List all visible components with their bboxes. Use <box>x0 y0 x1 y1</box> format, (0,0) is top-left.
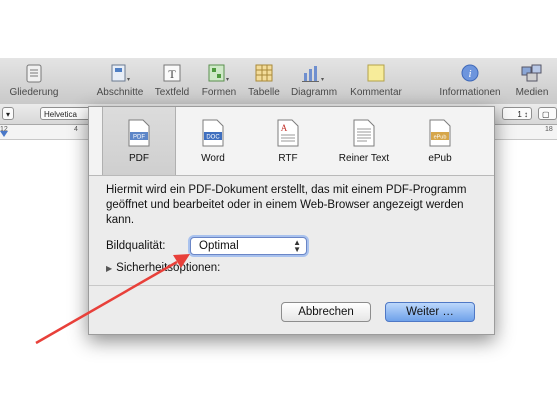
annotation-arrow <box>35 254 190 345</box>
